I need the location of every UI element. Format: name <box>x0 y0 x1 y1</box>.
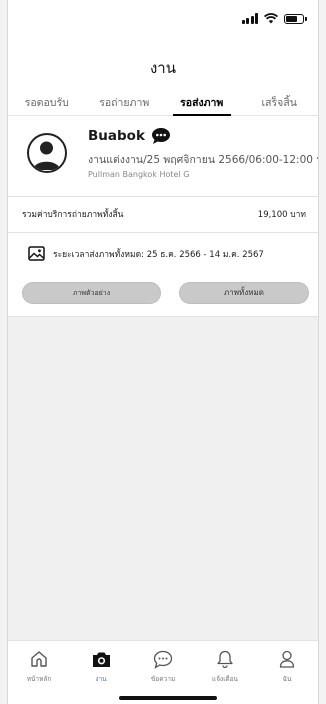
user-icon <box>279 650 295 668</box>
venue-name: Pullman Bangkok Hotel G <box>88 170 190 179</box>
delivery-range-text: ระยะเวลาส่งภาพทั้งหมด: 25 ธ.ค. 2566 - 14… <box>53 249 264 260</box>
wifi-icon <box>264 13 278 24</box>
sample-photos-button[interactable]: ภาพตัวอย่าง <box>22 282 161 304</box>
tab-waiting-accept[interactable]: รอตอบรับ <box>8 86 86 115</box>
nav-jobs-label: งาน <box>95 675 107 683</box>
nav-notifications[interactable]: แจ้งเตือน <box>194 641 256 704</box>
app-screen: งาน รอตอบรับ รอถ่ายภาพ รอส่งภาพ เสร็จสิ้… <box>7 0 319 704</box>
nav-jobs[interactable]: งาน <box>70 641 132 704</box>
customer-name: Buabok <box>88 128 145 144</box>
divider <box>8 232 318 233</box>
page-title: งาน <box>149 59 176 77</box>
image-icon <box>28 246 45 261</box>
bottom-nav: หน้าหลัก งาน ข้อความ แจ้งเตือน ฉัน <box>8 640 318 704</box>
all-photos-button[interactable]: ภาพทั้งหมด <box>179 282 309 304</box>
home-icon <box>31 651 47 667</box>
total-price-label: รวมค่าบริการถ่ายภาพทั้งสิ้น <box>22 210 124 220</box>
nav-home[interactable]: หน้าหลัก <box>8 641 70 704</box>
nav-home-label: หน้าหลัก <box>26 675 52 683</box>
status-icons <box>241 13 307 24</box>
nav-messages-label: ข้อความ <box>150 675 176 683</box>
tab-completed[interactable]: เสร็จสิ้น <box>241 86 319 115</box>
total-price-value: 19,100 บาท <box>257 210 306 220</box>
tab-waiting-delivery[interactable]: รอส่งภาพ <box>163 86 241 115</box>
avatar <box>27 133 67 173</box>
nav-profile[interactable]: ฉัน <box>256 641 318 704</box>
status-bar <box>8 0 318 40</box>
delivery-range-row: ระยะเวลาส่งภาพทั้งหมด: 25 ธ.ค. 2566 - 14… <box>28 246 264 261</box>
chat-icon <box>153 650 173 669</box>
booking-card[interactable]: Buabok งานแต่งงาน/25 พฤศจิกายน 2566/06:0… <box>8 120 318 194</box>
bell-icon <box>217 650 233 668</box>
job-status-tabs: รอตอบรับ รอถ่ายภาพ รอส่งภาพ เสร็จสิ้น <box>8 86 318 116</box>
total-price-row: รวมค่าบริการถ่ายภาพทั้งสิ้น 19,100 บาท <box>22 207 306 221</box>
nav-profile-label: ฉัน <box>282 675 292 683</box>
nav-notifications-label: แจ้งเตือน <box>212 675 238 683</box>
camera-icon <box>92 652 110 667</box>
customer-name-row: Buabok <box>88 127 171 145</box>
chat-bubble-icon[interactable] <box>151 127 171 145</box>
signal-icon <box>241 13 258 24</box>
home-indicator <box>119 696 217 700</box>
empty-list-area <box>8 316 318 640</box>
battery-icon <box>284 13 307 24</box>
event-details: งานแต่งงาน/25 พฤศจิกายน 2566/06:00-12:00… <box>88 154 319 166</box>
tab-waiting-shoot[interactable]: รอถ่ายภาพ <box>86 86 164 115</box>
nav-messages[interactable]: ข้อความ <box>132 641 194 704</box>
divider <box>8 196 318 197</box>
